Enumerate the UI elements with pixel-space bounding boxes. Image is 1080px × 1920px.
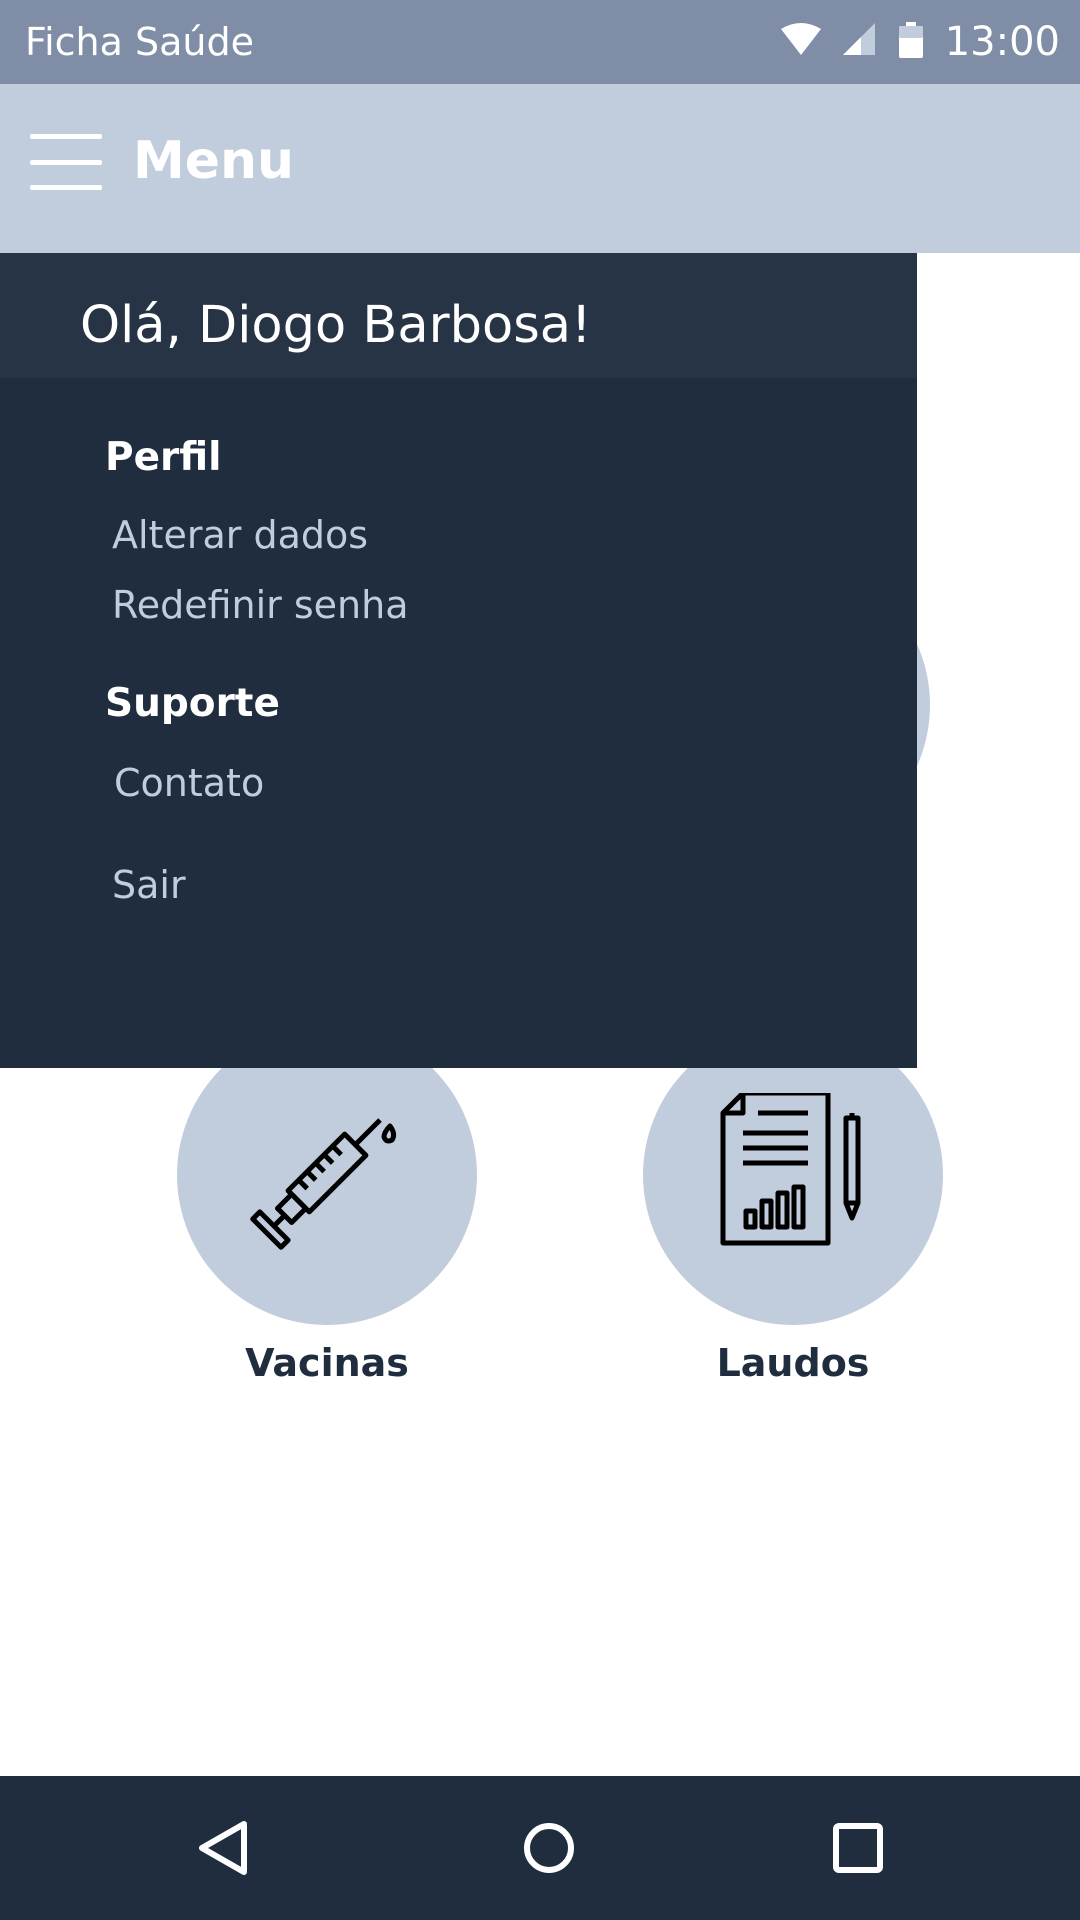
system-nav-bar — [0, 1776, 1080, 1920]
status-icons: 13:00 — [780, 0, 1060, 84]
app-bar-title: Menu — [133, 131, 295, 191]
navigation-drawer: Olá, Diogo Barbosa! Perfil Alterar dados… — [0, 253, 917, 1068]
status-time: 13:00 — [944, 19, 1060, 65]
section-title-suporte: Suporte — [105, 681, 280, 726]
back-icon[interactable] — [164, 1776, 284, 1920]
home-icon[interactable] — [489, 1776, 609, 1920]
recents-icon[interactable] — [798, 1776, 918, 1920]
wifi-icon — [780, 23, 821, 61]
section-title-perfil: Perfil — [105, 435, 222, 480]
tile-label: Laudos — [716, 1341, 870, 1385]
status-bar: Ficha Saúde 13:00 — [0, 0, 1080, 84]
tile-label: Vacinas — [245, 1341, 409, 1385]
drawer-greeting: Olá, Diogo Barbosa! — [80, 296, 592, 355]
signal-icon — [842, 23, 877, 61]
battery-icon — [898, 22, 923, 62]
tile-vacinas[interactable]: Vacinas — [177, 1025, 477, 1385]
status-app-name: Ficha Saúde — [25, 20, 254, 64]
syringe-icon — [242, 1088, 412, 1262]
hamburger-icon[interactable] — [30, 134, 102, 190]
drawer-header: Olá, Diogo Barbosa! — [0, 253, 917, 378]
menu-item-contato[interactable]: Contato — [114, 761, 264, 805]
report-icon — [718, 1090, 868, 1257]
menu-item-sair[interactable]: Sair — [112, 863, 186, 907]
tile-circle — [643, 1025, 943, 1325]
app-bar: Menu — [0, 84, 1080, 253]
menu-item-alterar-dados[interactable]: Alterar dados — [112, 513, 368, 557]
tile-laudos[interactable]: Laudos — [643, 1025, 943, 1385]
tile-circle — [177, 1025, 477, 1325]
menu-item-redefinir-senha[interactable]: Redefinir senha — [112, 583, 409, 627]
